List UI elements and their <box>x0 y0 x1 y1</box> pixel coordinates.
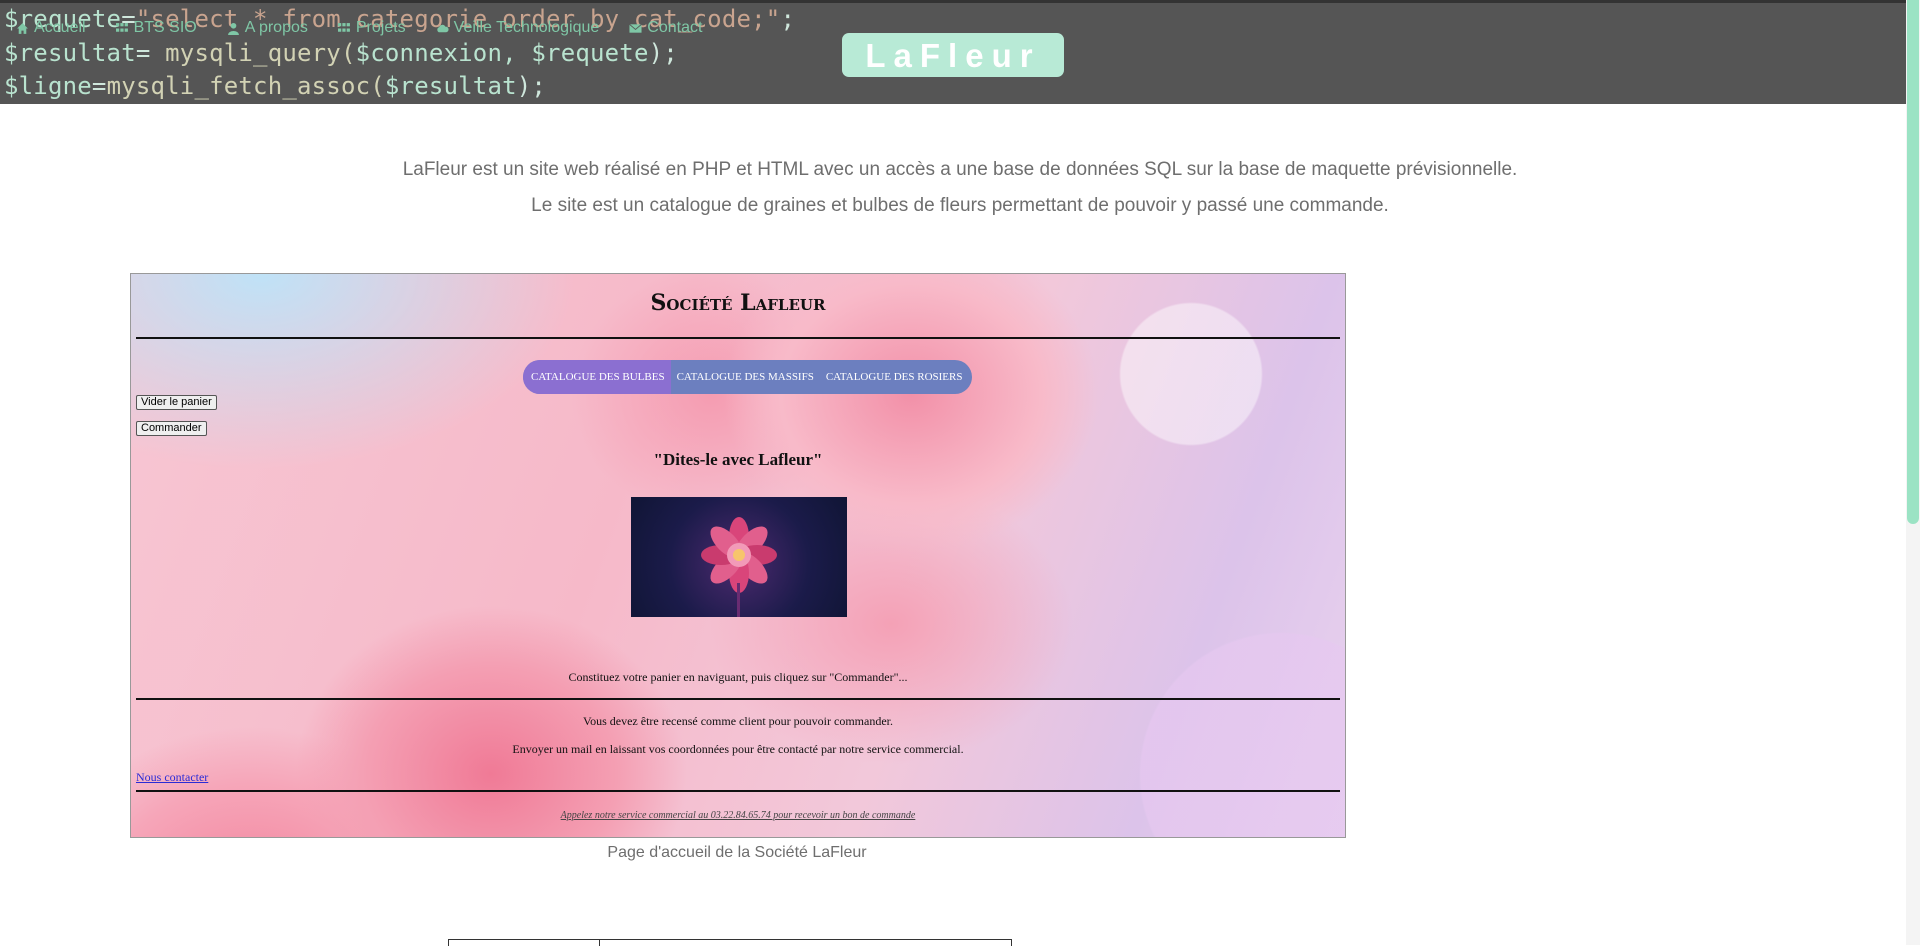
screenshot-caption: Page d'accueil de la Société LaFleur <box>607 844 867 861</box>
code-line-2: $resultat= mysqli_query($connexion, $req… <box>4 39 678 67</box>
nav-label: Contact <box>647 19 703 36</box>
main-nav: Accueil BTS SIO A propos Projets Veille … <box>16 19 702 37</box>
empty-basket-button[interactable]: Vider le panier <box>136 395 217 410</box>
catalogue-menu: CATALOGUE DES BULBES CATALOGUE DES MASSI… <box>523 360 973 394</box>
grid-icon <box>115 22 128 32</box>
nav-label: Projets <box>355 19 406 36</box>
flower-icon <box>701 517 777 617</box>
brand-logo[interactable]: LaFleur <box>842 33 1064 77</box>
user-icon <box>227 22 239 35</box>
slogan: "Dites-le avec Lafleur" <box>653 450 823 469</box>
cloud-icon <box>436 24 449 32</box>
order-button[interactable]: Commander <box>136 421 207 436</box>
home-icon <box>17 22 28 34</box>
divider <box>136 790 1340 792</box>
phone-notice[interactable]: Appelez notre service commercial au 03.2… <box>131 810 1345 821</box>
envelope-icon <box>629 23 643 33</box>
client-notice: Vous devez être recensé comme client pou… <box>582 714 893 728</box>
menu-catalogue-bulbes[interactable]: CATALOGUE DES BULBES <box>523 360 671 394</box>
site-header: $requete="select * from categorie order … <box>0 0 1920 104</box>
nav-label: Accueil <box>34 19 86 36</box>
dahlia-image <box>631 497 847 617</box>
contact-link[interactable]: Nous contacter <box>136 770 208 785</box>
nav-label: BTS SIO <box>133 19 197 36</box>
lafleur-homepage-screenshot: Société Lafleur CATALOGUE DES BULBES CAT… <box>130 273 1346 838</box>
grid-icon <box>337 22 350 32</box>
divider <box>136 337 1340 339</box>
screenshot-title: Société Lafleur <box>650 290 826 316</box>
nav-a-propos[interactable]: A propos <box>227 19 308 37</box>
intro-line-2: Le site est un catalogue de graines et b… <box>531 195 1389 216</box>
intro-line-1: LaFleur est un site web réalisé en PHP e… <box>402 159 1518 180</box>
table-column-divider <box>599 940 600 946</box>
nav-veille-technologique[interactable]: Veille Technologique <box>436 19 600 37</box>
mail-notice: Envoyer un mail en laissant vos coordonn… <box>512 742 964 756</box>
code-line-3: $ligne=mysqli_fetch_assoc($resultat); <box>4 72 547 100</box>
basket-instructions: Constituez votre panier en naviguant, pu… <box>568 670 908 684</box>
divider <box>136 698 1340 700</box>
nav-contact[interactable]: Contact <box>629 19 702 37</box>
project-intro: LaFleur est un site web réalisé en PHP e… <box>0 152 1920 224</box>
nav-label: Veille Technologique <box>453 19 600 36</box>
nav-bts-sio[interactable]: BTS SIO <box>115 19 197 37</box>
menu-catalogue-rosiers[interactable]: CATALOGUE DES ROSIERS <box>820 360 973 394</box>
nav-label: A propos <box>244 19 308 36</box>
nav-accueil[interactable]: Accueil <box>16 19 86 37</box>
page-scrollbar[interactable] <box>1906 0 1920 945</box>
scrollbar-thumb[interactable] <box>1907 0 1919 524</box>
nav-projets[interactable]: Projets <box>337 19 406 37</box>
menu-catalogue-massifs[interactable]: CATALOGUE DES MASSIFS <box>671 360 820 394</box>
